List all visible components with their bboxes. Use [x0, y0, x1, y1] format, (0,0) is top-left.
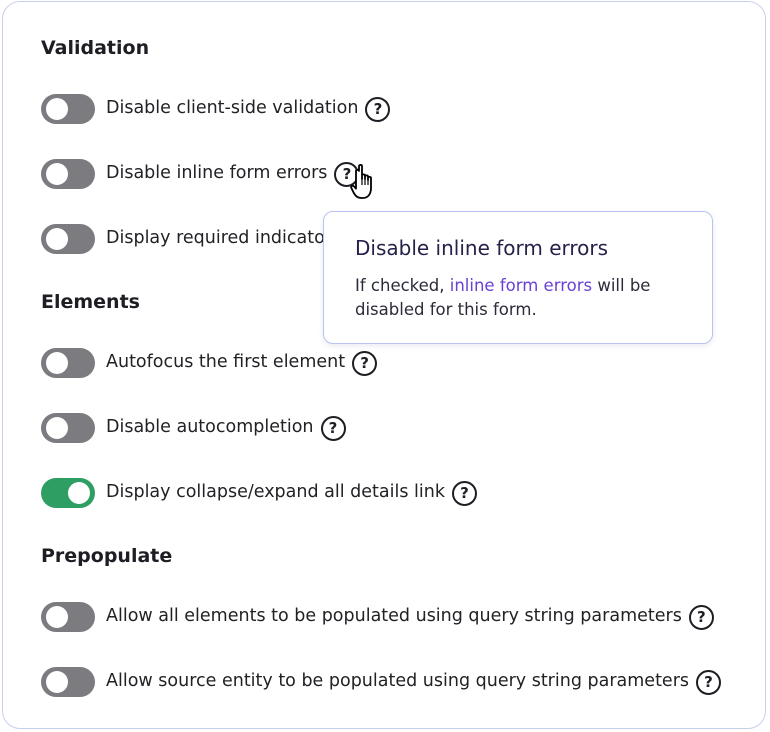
- setting-row-prepopulate-source-entity: Allow source entity to be populated usin…: [41, 666, 722, 698]
- tooltip-title: Disable inline form errors: [355, 236, 609, 260]
- hand-pointer-cursor-icon: [350, 164, 372, 199]
- setting-row-display-collapse-expand-link: Display collapse/expand all details link…: [41, 477, 477, 509]
- settings-card: Validation Disable client-side validatio…: [2, 1, 766, 729]
- toggle-knob: [46, 606, 68, 628]
- setting-row-disable-autocompletion: Disable autocompletion ?: [41, 412, 346, 444]
- setting-label: Display required indicato: [106, 228, 325, 249]
- toggle-disable-client-side-validation[interactable]: [41, 94, 95, 124]
- setting-label: Disable inline form errors: [106, 163, 328, 184]
- toggle-knob: [46, 671, 68, 693]
- setting-row-disable-inline-form-errors: Disable inline form errors ?: [41, 158, 360, 190]
- toggle-prepopulate-source-entity[interactable]: [41, 667, 95, 697]
- toggle-disable-autocompletion[interactable]: [41, 413, 95, 443]
- setting-row-prepopulate-all-elements: Allow all elements to be populated using…: [41, 601, 714, 633]
- setting-row-autofocus-first-element: Autofocus the first element ?: [41, 347, 378, 379]
- toggle-knob: [46, 98, 68, 120]
- toggle-knob: [46, 417, 68, 439]
- help-tooltip: Disable inline form errors If checked, i…: [323, 211, 713, 344]
- toggle-knob: [68, 482, 90, 504]
- section-title-prepopulate: Prepopulate: [41, 545, 173, 567]
- help-icon[interactable]: ?: [688, 604, 714, 630]
- toggle-prepopulate-all-elements[interactable]: [41, 602, 95, 632]
- setting-label: Allow source entity to be populated usin…: [106, 671, 690, 692]
- section-title-elements: Elements: [41, 291, 140, 313]
- toggle-autofocus-first-element[interactable]: [41, 348, 95, 378]
- toggle-knob: [46, 352, 68, 374]
- help-icon[interactable]: ?: [365, 96, 391, 122]
- toggle-display-required-indicator[interactable]: [41, 224, 95, 254]
- tooltip-link-inline-form-errors[interactable]: inline form errors: [450, 276, 592, 295]
- help-icon[interactable]: ?: [320, 415, 346, 441]
- setting-row-display-required-indicator: Display required indicato: [41, 223, 325, 255]
- setting-label: Autofocus the first element: [106, 352, 346, 373]
- setting-label: Disable client-side validation: [106, 98, 359, 119]
- tooltip-body: If checked, inline form errors will be d…: [355, 274, 681, 322]
- section-title-validation: Validation: [41, 37, 150, 59]
- setting-label: Disable autocompletion: [106, 417, 314, 438]
- toggle-display-collapse-expand-link[interactable]: [41, 478, 95, 508]
- help-icon[interactable]: ?: [696, 669, 722, 695]
- toggle-disable-inline-form-errors[interactable]: [41, 159, 95, 189]
- help-icon[interactable]: ?: [352, 350, 378, 376]
- setting-row-disable-client-side-validation: Disable client-side validation ?: [41, 93, 391, 125]
- toggle-knob: [46, 228, 68, 250]
- setting-label: Allow all elements to be populated using…: [106, 606, 682, 627]
- toggle-knob: [46, 163, 68, 185]
- tooltip-body-prefix: If checked,: [355, 276, 450, 295]
- help-icon[interactable]: ?: [451, 480, 477, 506]
- setting-label: Display collapse/expand all details link: [106, 482, 445, 503]
